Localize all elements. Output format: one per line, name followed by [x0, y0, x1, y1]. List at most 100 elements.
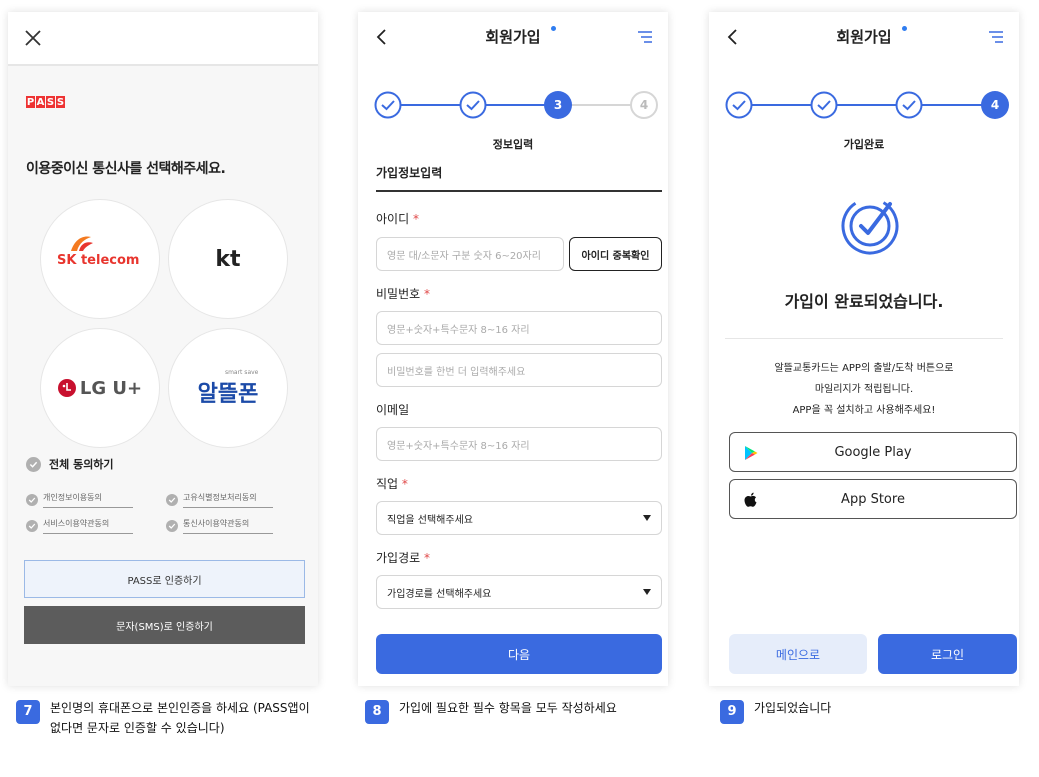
auth-header	[8, 12, 318, 66]
page-title: 회원가입	[836, 28, 892, 46]
route-label: 가입경로 *	[376, 549, 430, 566]
email-input[interactable]: 영문+숫자+특수문자 8~16 자리	[376, 427, 662, 461]
kt-logo: kt	[215, 246, 241, 272]
pass-logo-letter: A	[36, 96, 45, 108]
job-select[interactable]: 직업을 선택해주세요	[376, 501, 662, 535]
pass-logo-letter: P	[26, 96, 35, 108]
complete-description: 알뜰교통카드는 APP의 출발/도착 버튼으로 마일리지가 적립됩니다. APP…	[709, 358, 1019, 421]
next-button[interactable]: 다음	[376, 634, 662, 674]
password-confirm-input[interactable]: 비밀번호를 한번 더 입력해주세요	[376, 353, 662, 387]
altteul-logo: smart save 알뜰폰	[198, 369, 259, 408]
agree-unique-id-checkbox[interactable]: 고유식별정보처리동의	[166, 492, 273, 508]
step-caption: 8 가입에 필요한 필수 항목을 모두 작성하세요	[365, 698, 685, 724]
agree-item-label: 개인정보이용동의	[43, 492, 133, 508]
step-current: 4	[981, 91, 1009, 119]
route-select-value: 가입경로를 선택해주세요	[387, 588, 492, 600]
id-duplicate-check-button[interactable]: 아이디 중복확인	[569, 237, 662, 271]
agree-item-label: 통신사이용약관동의	[183, 518, 273, 534]
description-line: 알뜰교통카드는 APP의 출발/도착 버튼으로	[774, 363, 954, 374]
menu-icon[interactable]	[989, 31, 1003, 43]
check-badge-icon	[841, 197, 899, 255]
required-mark: *	[401, 477, 408, 491]
password-input[interactable]: 영문+숫자+특수문자 8~16 자리	[376, 311, 662, 345]
check-circle-icon	[26, 520, 38, 532]
agree-item-label: 서비스이용약관동의	[43, 518, 133, 534]
step-line	[739, 104, 995, 106]
description-line: APP을 꼭 설치하고 사용해주세요!	[792, 405, 936, 416]
job-select-value: 직업을 선택해주세요	[387, 514, 473, 526]
step-current: 3	[544, 91, 572, 119]
carrier-auth-screen: P A S S 이용중이신 통신사를 선택해주세요. SK telecom kt	[8, 12, 318, 686]
carrier-lg-uplus[interactable]: LG U+	[40, 328, 160, 448]
altteul-subtext: smart save	[224, 368, 259, 376]
required-mark: *	[412, 212, 419, 226]
check-circle-icon	[26, 494, 38, 506]
agree-service-terms-checkbox[interactable]: 서비스이용약관동의	[26, 518, 133, 534]
password-label-text: 비밀번호	[376, 287, 421, 301]
carrier-select-title: 이용중이신 통신사를 선택해주세요.	[26, 161, 226, 177]
divider	[725, 338, 1003, 339]
complete-title: 가입이 완료되었습니다.	[784, 292, 944, 311]
carrier-sk-telecom[interactable]: SK telecom	[40, 199, 160, 319]
job-label: 직업 *	[376, 475, 408, 492]
login-button[interactable]: 로그인	[878, 634, 1017, 674]
check-circle-icon	[166, 494, 178, 506]
main-button[interactable]: 메인으로	[729, 634, 867, 674]
pass-auth-button[interactable]: PASS로 인증하기	[24, 560, 305, 598]
step-done-icon	[725, 91, 753, 119]
section-title: 가입정보입력	[376, 166, 443, 180]
step-pending: 4	[630, 91, 658, 119]
google-play-icon	[745, 446, 758, 460]
notification-dot	[551, 26, 556, 31]
section-divider	[376, 190, 662, 192]
step-number-badge: 9	[720, 700, 744, 724]
step-label: 정보입력	[492, 138, 534, 151]
agree-privacy-checkbox[interactable]: 개인정보이용동의	[26, 492, 133, 508]
pass-logo-letter: S	[46, 96, 55, 108]
page-title: 회원가입	[485, 28, 541, 46]
signup-header: 회원가입	[358, 12, 668, 62]
step-done-icon	[810, 91, 838, 119]
step-number-badge: 8	[365, 700, 389, 724]
route-select[interactable]: 가입경로를 선택해주세요	[376, 575, 662, 609]
dropdown-arrow-icon	[643, 515, 651, 521]
agree-all-checkbox[interactable]: 전체 동의하기	[26, 456, 114, 472]
agree-all-label: 전체 동의하기	[49, 458, 114, 471]
check-circle-icon	[166, 520, 178, 532]
dropdown-arrow-icon	[643, 589, 651, 595]
required-mark: *	[424, 287, 430, 301]
google-play-label: Google Play	[834, 444, 912, 460]
menu-icon[interactable]	[638, 31, 652, 43]
google-play-button[interactable]: Google Play	[729, 432, 1017, 472]
signup-header: 회원가입	[709, 12, 1019, 62]
close-icon[interactable]	[24, 29, 42, 47]
carrier-kt[interactable]: kt	[168, 199, 288, 319]
email-label: 이메일	[376, 403, 410, 417]
step-done-icon	[374, 91, 402, 119]
signup-complete-screen: 회원가입 4 가입완료 가입이 완료되었습니다. 알뜰교통카드는 APP의 출발…	[709, 12, 1019, 686]
sms-auth-button[interactable]: 문자(SMS)로 인증하기	[24, 606, 305, 644]
signup-info-screen: 회원가입 3 4 정보입력 가입정보입력 아이디 * 영문 대/소문자 구분 숫…	[358, 12, 668, 686]
caption-text: 가입되었습니다	[754, 701, 832, 715]
password-label: 비밀번호 *	[376, 285, 430, 302]
agree-carrier-terms-checkbox[interactable]: 통신사이용약관동의	[166, 518, 273, 534]
step-number-badge: 7	[16, 700, 40, 724]
step-caption: 7 본인명의 휴대폰으로 본인인증을 하세요 (PASS앱이 없다면 문자로 인…	[16, 698, 316, 738]
lg-uplus-text: LG U+	[79, 377, 143, 399]
route-label-text: 가입경로	[376, 551, 421, 565]
step-caption: 9 가입되었습니다	[720, 698, 1020, 724]
app-store-button[interactable]: App Store	[729, 479, 1017, 519]
apple-icon	[744, 492, 757, 507]
notification-dot	[902, 26, 907, 31]
altteul-text: 알뜰폰	[197, 381, 259, 407]
carrier-altteul[interactable]: smart save 알뜰폰	[168, 328, 288, 448]
step-done-icon	[895, 91, 923, 119]
sk-butterfly-icon	[71, 236, 93, 251]
pass-logo-letter: S	[56, 96, 65, 108]
caption-text: 본인명의 휴대폰으로 본인인증을 하세요 (PASS앱이 없다면 문자로 인증할…	[50, 701, 310, 735]
lg-uplus-logo: LG U+	[57, 377, 143, 399]
caption-text: 가입에 필요한 필수 항목을 모두 작성하세요	[399, 701, 617, 715]
step-done-icon	[459, 91, 487, 119]
sk-telecom-text: SK telecom	[57, 253, 140, 268]
id-input[interactable]: 영문 대/소문자 구분 숫자 6~20자리	[376, 237, 564, 271]
